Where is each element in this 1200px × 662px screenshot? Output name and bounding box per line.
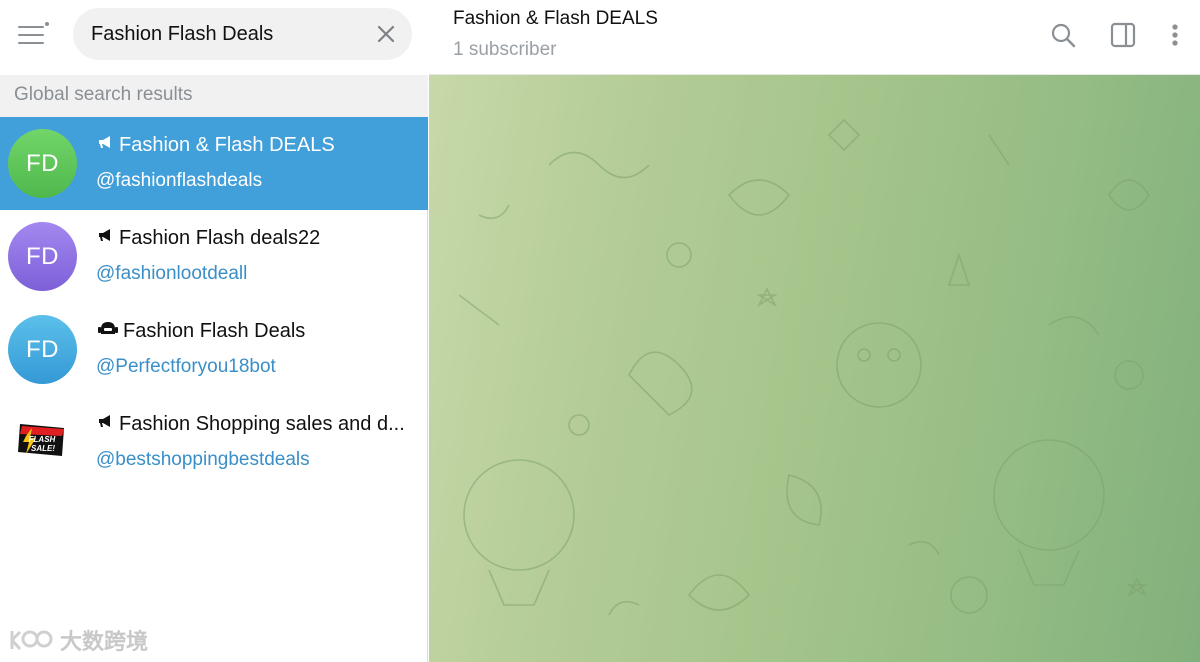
result-title: Fashion & Flash DEALS: [97, 133, 413, 157]
left-panel: Global search results FD Fashion & Flash…: [0, 0, 428, 662]
result-handle: @fashionflashdeals: [96, 170, 263, 191]
result-title-text: Fashion & Flash DEALS: [119, 133, 335, 156]
close-icon[interactable]: [374, 22, 398, 46]
result-title-text: Fashion Flash Deals: [123, 319, 306, 342]
search-box: [73, 8, 412, 60]
more-icon[interactable]: [1158, 18, 1192, 52]
flash-sale-avatar: FLASH SALE!: [12, 414, 74, 470]
search-result-item[interactable]: FLASH SALE! Fashion Shopping sales and d…: [0, 396, 428, 489]
watermark-text: 大数跨境: [60, 629, 149, 654]
doodle-pattern: [458, 118, 1150, 616]
watermark-logo-icon: [10, 630, 53, 650]
result-title-text: Fashion Shopping sales and d...: [119, 412, 405, 435]
search-result-item[interactable]: FD Fashion & Flash DEALS @fashionflashde…: [0, 117, 428, 210]
chat-background: [429, 75, 1200, 662]
chat-title[interactable]: Fashion & Flash DEALS: [453, 8, 658, 30]
result-handle: @fashionlootdeall: [96, 263, 248, 284]
result-title: Fashion Shopping sales and d...: [97, 412, 413, 436]
search-result-item[interactable]: FD Fashion Flash Deals @Perfectforyou18b…: [0, 303, 428, 396]
megaphone-icon: [97, 226, 115, 250]
chat-header[interactable]: Fashion & Flash DEALS 1 subscriber: [429, 0, 1200, 75]
avatar: FD: [8, 222, 77, 291]
menu-icon-bar: [18, 34, 44, 36]
sidebar-toggle-icon[interactable]: [1106, 18, 1140, 52]
result-title: Fashion Flash deals22: [97, 226, 413, 250]
megaphone-icon: [97, 412, 115, 436]
notification-dot: [43, 20, 51, 28]
svg-text:SALE!: SALE!: [31, 444, 55, 453]
section-header: Global search results: [0, 75, 428, 117]
menu-icon: [18, 26, 44, 28]
menu-icon-bar: [18, 42, 44, 44]
search-result-item[interactable]: FD Fashion Flash deals22 @fashionlootdea…: [0, 210, 428, 303]
avatar: FD: [8, 315, 77, 384]
megaphone-icon: [97, 133, 115, 157]
menu-button[interactable]: [14, 18, 52, 52]
bot-icon: [97, 319, 119, 343]
avatar: FD: [8, 129, 77, 198]
result-title: Fashion Flash Deals: [97, 319, 413, 343]
result-title-text: Fashion Flash deals22: [119, 226, 321, 249]
sidebar-topbar: [0, 0, 428, 75]
result-handle: @Perfectforyou18bot: [96, 356, 276, 377]
chat-panel: Fashion & Flash DEALS 1 subscriber: [429, 0, 1200, 662]
svg-text:FLASH: FLASH: [29, 435, 56, 444]
result-handle: @bestshoppingbestdeals: [96, 449, 310, 470]
chat-subtitle: 1 subscriber: [453, 39, 557, 60]
watermark: 大数跨境: [8, 624, 148, 656]
search-input[interactable]: [91, 8, 361, 60]
search-icon[interactable]: [1046, 18, 1080, 52]
